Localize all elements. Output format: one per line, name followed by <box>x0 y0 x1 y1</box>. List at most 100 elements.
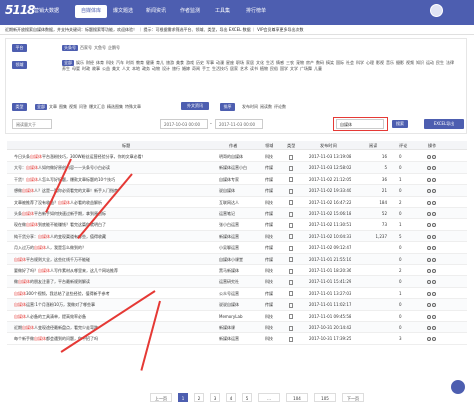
link-icon[interactable] <box>432 234 436 239</box>
filter-tag[interactable]: 民生 <box>436 60 444 66</box>
article-title[interactable]: 现在做自媒体到底能不能赚钱？看完这篇你就明白了 <box>14 219 214 230</box>
filter-tag[interactable]: 图集 <box>59 104 67 110</box>
nav-tab[interactable]: 爆文题选 <box>107 5 139 18</box>
pager-item[interactable]: 5 <box>242 393 252 402</box>
view-icon[interactable] <box>427 189 431 194</box>
table-row[interactable]: 文章被推荐了没有收益？自媒体人必看的收益解析 互联网达人 科技 2017-11-02 … <box>7 197 467 208</box>
filter-tag[interactable]: 公益 <box>102 66 110 72</box>
nav-tab[interactable]: 排行榜单 <box>240 5 272 18</box>
author-name[interactable]: 小吴聊运营 <box>219 242 259 253</box>
filter-tag[interactable]: 发布时间 <box>242 104 258 110</box>
author-name[interactable]: 张小白运营 <box>219 219 259 230</box>
author-name[interactable]: 运营笔记 <box>219 208 259 219</box>
author-name[interactable]: 自媒体小课堂 <box>219 254 259 265</box>
filter-tag[interactable]: 知识 <box>416 60 424 66</box>
link-icon[interactable] <box>432 166 436 171</box>
article-title[interactable]: 今日头条自媒体平台涨粉技巧，300W粉丝运营经验分享，你的文章必看！ <box>14 151 214 162</box>
article-title[interactable]: 自媒体平台规则大全，这些红线千万不能碰 <box>14 254 214 265</box>
filter-tag[interactable]: 国学 <box>280 66 288 72</box>
filter-tag[interactable]: 摄影 <box>396 60 404 66</box>
filter-tag[interactable]: 动物 <box>152 66 160 72</box>
filter-tag[interactable]: 民俗 <box>270 66 278 72</box>
nav-tab[interactable]: 作者监测 <box>174 5 206 18</box>
author-name[interactable]: 运营研究社 <box>219 276 259 287</box>
table-row[interactable]: 现在做自媒体到底能不能赚钱？看完这篇你就明白了 张小白运营 传媒 2017-11-02… <box>7 219 467 231</box>
filter-tag[interactable]: 音乐 <box>386 60 394 66</box>
pager-item[interactable]: 1 <box>178 393 188 402</box>
filter-tag[interactable]: 植物 <box>260 66 268 72</box>
article-title[interactable]: 要做好了吗？自媒体人写作素材从哪里来，这几个网站推荐 <box>14 265 214 276</box>
view-icon[interactable] <box>427 223 431 228</box>
link-icon[interactable] <box>432 212 436 216</box>
filter-tag[interactable]: 婚嫁 <box>182 66 190 72</box>
view-icon[interactable] <box>427 326 431 330</box>
filter-tag[interactable]: 儿童 <box>314 66 322 72</box>
table-row[interactable]: 月入过万的自媒体人，我是怎么做到的？ 小吴聊运营 传媒 2017-11-02 09:1… <box>7 242 467 254</box>
nav-tab[interactable]: 工具集 <box>209 5 236 18</box>
author-name[interactable]: 说说自媒体 <box>219 299 259 310</box>
view-icon[interactable] <box>427 166 431 171</box>
col-title[interactable]: 标题 <box>122 143 130 149</box>
article-title[interactable]: 大号：自媒体人如何做好原创内容——头条号小白必读 <box>14 162 214 173</box>
user-avatar[interactable] <box>430 4 443 17</box>
col-read[interactable]: 阅读 <box>369 143 377 149</box>
link-icon[interactable] <box>432 269 436 273</box>
link-icon[interactable] <box>432 257 436 262</box>
link-icon[interactable] <box>432 246 436 251</box>
view-icon[interactable] <box>427 291 431 296</box>
date-from-input[interactable]: 2017-10-03 00:00 <box>160 119 208 129</box>
pager-item[interactable]: 105 <box>314 393 336 402</box>
author-name[interactable]: 明哥的自媒体 <box>219 151 259 162</box>
author-name[interactable]: 新媒体运营 <box>219 231 259 242</box>
article-title[interactable]: 自媒体300个视频，我总结了这些经验，值得新手参考 <box>14 288 214 299</box>
view-icon[interactable] <box>427 177 431 182</box>
article-title[interactable]: 每个新手做自媒体都会遇到的问题，你中招了吗 <box>14 333 214 344</box>
author-name[interactable]: 新媒体运营 <box>219 333 259 344</box>
article-title[interactable]: 自媒体运营:1个月涨粉10万，我做对了哪些事 <box>14 299 214 310</box>
author-name[interactable]: 新媒体运营小白 <box>219 162 259 173</box>
filter-tag[interactable]: 视频 <box>69 104 77 110</box>
filter-tag[interactable]: 奇闻 <box>192 66 200 72</box>
view-icon[interactable] <box>427 269 431 273</box>
nav-tab[interactable]: 自媒体库 <box>75 5 108 18</box>
view-icon[interactable] <box>427 155 431 159</box>
link-icon[interactable] <box>432 337 436 342</box>
author-name[interactable]: 新媒体课 <box>219 322 259 333</box>
filter-tag[interactable]: 企鹅号 <box>108 45 120 51</box>
filter-tag[interactable]: 爆文汇总 <box>89 104 105 110</box>
date-to-input[interactable]: 2017-11-03 00:00 <box>215 119 263 129</box>
filter-tag[interactable]: 生活技巧 <box>212 66 228 72</box>
article-title[interactable]: 做自媒体的朋友注意了，平台最新规则解读 <box>14 276 214 287</box>
back-to-top-button[interactable] <box>451 380 465 394</box>
link-icon[interactable] <box>432 280 436 285</box>
filter-tag[interactable]: 社会 <box>346 60 354 66</box>
filter-tag[interactable]: 科学 <box>356 60 364 66</box>
link-icon[interactable] <box>432 291 436 296</box>
link-icon[interactable] <box>432 155 436 159</box>
view-icon[interactable] <box>427 234 431 239</box>
view-icon[interactable] <box>427 200 431 205</box>
link-icon[interactable] <box>432 223 436 228</box>
filter-tag[interactable]: 精选图集 <box>107 104 123 110</box>
filter-tag[interactable]: 问答 <box>79 104 87 110</box>
filter-tag[interactable]: 故事 <box>92 66 100 72</box>
filter-tag[interactable]: 居家 <box>230 66 238 72</box>
app-logo[interactable]: 5118 <box>5 3 35 20</box>
pager-item[interactable]: 上一页 <box>150 393 172 402</box>
filter-tag[interactable]: 头条号 <box>62 45 78 51</box>
table-row[interactable]: 自媒体300个视频，我总结了这些经验，值得新手参考 公众号运营 传媒 2017-11-… <box>7 288 467 300</box>
col-time[interactable]: 发布时间 <box>320 143 337 149</box>
excel-export-button[interactable]: EXCEL导出 <box>424 119 464 129</box>
foreign-news-tag[interactable]: 外文资讯 <box>181 102 209 110</box>
article-title[interactable]: 近期自媒体人变现途径最新盘点，看完少走弯路 <box>14 322 214 333</box>
pager-item[interactable]: 2 <box>194 393 204 402</box>
table-row[interactable]: 自媒体平台规则大全，这些红线千万不能碰 自媒体小课堂 传媒 2017-11-01 21… <box>7 253 467 265</box>
pager-item[interactable]: 下一页 <box>342 393 364 402</box>
filter-tag[interactable]: 广场舞 <box>300 66 312 72</box>
article-title[interactable]: 文章被推荐了没有收益？自媒体人必看的收益解析 <box>14 197 214 208</box>
view-icon[interactable] <box>427 337 431 342</box>
filter-tag[interactable]: 艺术 <box>240 66 248 72</box>
table-row[interactable]: 做自媒体的朋友注意了，平台最新规则解读 运营研究社 科技 2017-11-01 15:… <box>7 276 467 288</box>
article-title[interactable]: 干货！自媒体人怎么写好标题，爆款文章标题的10个技巧 <box>14 174 214 185</box>
link-icon[interactable] <box>432 314 436 319</box>
